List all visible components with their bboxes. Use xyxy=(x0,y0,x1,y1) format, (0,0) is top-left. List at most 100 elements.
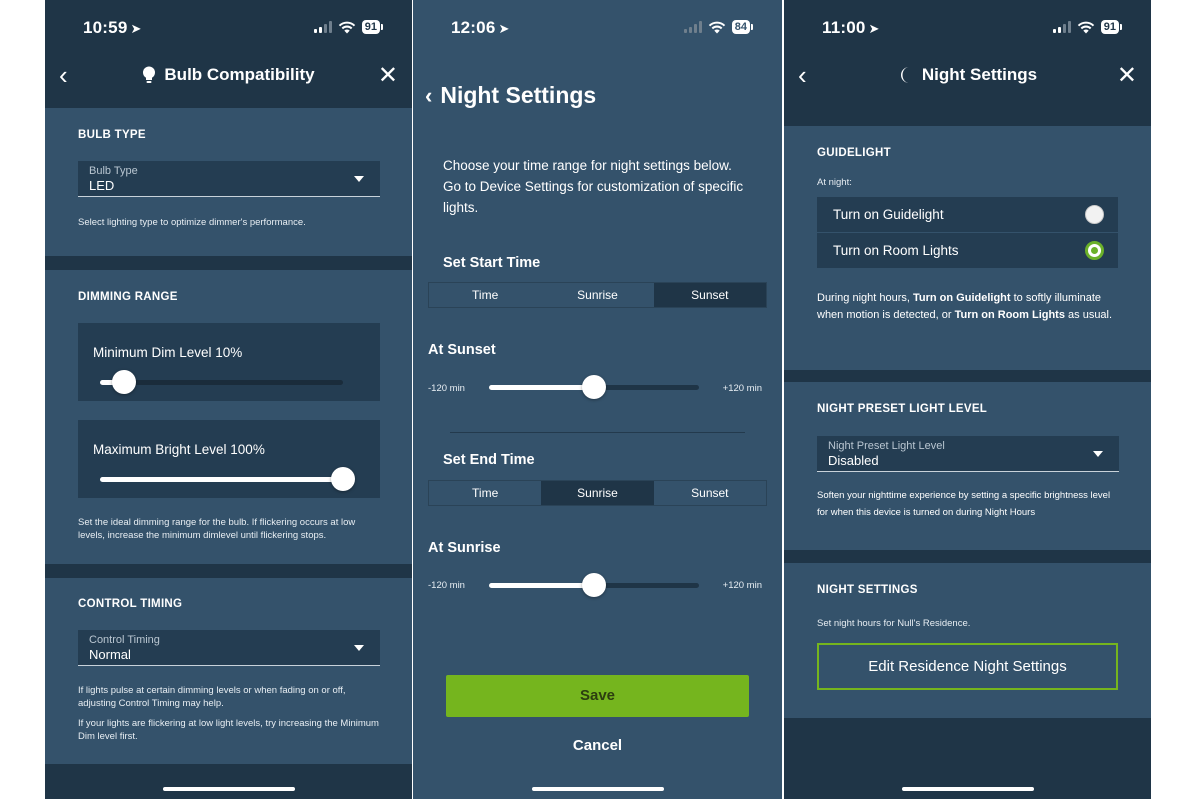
start-time-heading: Set Start Time xyxy=(443,255,541,271)
dropdown-label: Bulb Type xyxy=(89,165,138,177)
min-dim-label: Minimum Dim Level 10% xyxy=(93,345,243,360)
edit-residence-night-settings-button[interactable]: Edit Residence Night Settings xyxy=(817,643,1118,690)
dropdown-value: Normal xyxy=(89,647,131,662)
divider xyxy=(450,432,745,433)
control-timing-help: If lights pulse at certain dimming level… xyxy=(78,685,346,709)
max-bright-card: Maximum Bright Level 100% xyxy=(78,420,380,498)
start-max-label: +120 min xyxy=(722,383,762,394)
home-indicator[interactable] xyxy=(162,787,295,791)
segment-sunset[interactable]: Sunset xyxy=(654,481,766,505)
guidelight-description: During night hours, Turn on Guidelight t… xyxy=(817,292,1113,321)
back-chevron-icon[interactable]: ‹ xyxy=(425,83,432,109)
lightbulb-icon xyxy=(143,66,156,83)
night-settings-help: Set night hours for Null's Residence. xyxy=(817,618,971,629)
dropdown-label: Night Preset Light Level xyxy=(828,440,945,452)
end-max-label: +120 min xyxy=(722,580,762,591)
max-bright-slider-track[interactable] xyxy=(100,467,355,491)
segment-time[interactable]: Time xyxy=(429,283,541,307)
bulb-compatibility-screen: 10:59 ➤ 91 ‹ Bulb Compatibility ✕ BULB TY… xyxy=(45,0,412,799)
segment-time[interactable]: Time xyxy=(429,481,541,505)
radio-option-room-lights[interactable]: Turn on Room Lights xyxy=(817,233,1118,269)
bulb-type-help: Select lighting type to optimize dimmer'… xyxy=(78,217,306,228)
wifi-icon xyxy=(708,21,725,34)
nav-bar: ‹ Bulb Compatibility ✕ xyxy=(45,50,412,100)
control-timing-dropdown[interactable]: Control Timing Normal xyxy=(78,630,380,666)
status-bar: 11:00 ➤ 91 xyxy=(784,0,1151,56)
dimming-range-section: DIMMING RANGE Minimum Dim Level 10% Maxi… xyxy=(45,270,412,564)
end-time-segmented-control: Time Sunrise Sunset xyxy=(428,480,767,506)
segment-sunset[interactable]: Sunset xyxy=(653,283,766,307)
at-sunset-heading: At Sunset xyxy=(428,342,496,358)
end-offset-slider-knob[interactable] xyxy=(582,573,606,597)
back-chevron-icon[interactable]: ‹ xyxy=(59,60,68,91)
location-arrow-icon: ➤ xyxy=(130,21,142,36)
start-time-segmented-control: Time Sunrise Sunset xyxy=(428,282,767,308)
status-time: 11:00 ➤ xyxy=(822,18,880,37)
page-title-text: Bulb Compatibility xyxy=(164,65,315,84)
caret-down-icon xyxy=(1093,451,1103,457)
max-bright-slider-knob[interactable] xyxy=(331,467,355,491)
start-min-label: -120 min xyxy=(428,383,465,394)
guidelight-subtitle: At night: xyxy=(817,177,852,188)
night-preset-section: NIGHT PRESET LIGHT LEVEL Night Preset Li… xyxy=(784,382,1151,550)
end-min-label: -120 min xyxy=(428,580,465,591)
radio-unselected-icon[interactable] xyxy=(1085,205,1104,224)
dimming-range-help: Set the ideal dimming range for the bulb… xyxy=(78,517,356,541)
guidelight-heading: GUIDELIGHT xyxy=(817,147,891,159)
min-dim-slider-knob[interactable] xyxy=(112,370,137,394)
radio-option-label: Turn on Guidelight xyxy=(833,207,944,222)
location-arrow-icon: ➤ xyxy=(868,21,880,36)
intro-text: Choose your time range for night setting… xyxy=(443,158,744,215)
location-arrow-icon: ➤ xyxy=(498,21,510,36)
dropdown-value: Disabled xyxy=(828,453,879,468)
start-offset-slider-track[interactable] xyxy=(489,375,699,399)
bulb-type-dropdown[interactable]: Bulb Type LED xyxy=(78,161,380,197)
start-offset-slider-knob[interactable] xyxy=(582,375,606,399)
moon-icon xyxy=(900,67,909,83)
control-timing-tip: If your lights are flickering at low lig… xyxy=(78,718,379,742)
wifi-icon xyxy=(338,21,355,34)
page-title: Night Settings xyxy=(898,65,1037,85)
status-time: 10:59 ➤ xyxy=(83,18,142,37)
close-icon[interactable]: ✕ xyxy=(1117,61,1137,90)
min-dim-card: Minimum Dim Level 10% xyxy=(78,323,380,401)
end-offset-slider-fill xyxy=(489,583,594,588)
night-settings-time-screen: 12:06 ➤ 84 ‹ Night Settings Choose your t… xyxy=(413,0,782,799)
night-settings-heading: NIGHT SETTINGS xyxy=(817,584,918,596)
caret-down-icon xyxy=(354,645,364,651)
battery-icon: 91 xyxy=(361,20,384,34)
home-indicator[interactable] xyxy=(531,787,664,791)
cellular-signal-icon xyxy=(1052,21,1071,33)
home-indicator[interactable] xyxy=(901,787,1034,791)
radio-selected-icon[interactable] xyxy=(1085,241,1104,260)
night-preset-heading: NIGHT PRESET LIGHT LEVEL xyxy=(817,403,988,415)
night-settings-device-screen: 11:00 ➤ 91 ‹ Night Settings ✕ GUIDELIGHT … xyxy=(784,0,1151,799)
night-preset-dropdown[interactable]: Night Preset Light Level Disabled xyxy=(817,436,1119,472)
save-button[interactable]: Save xyxy=(446,675,749,717)
dropdown-value: LED xyxy=(89,178,115,193)
guidelight-options: Turn on Guidelight Turn on Room Lights xyxy=(817,197,1118,269)
dimming-range-heading: DIMMING RANGE xyxy=(78,291,178,303)
at-sunrise-heading: At Sunrise xyxy=(428,540,501,556)
page-title: Bulb Compatibility xyxy=(142,65,315,85)
dropdown-label: Control Timing xyxy=(89,634,160,646)
bulb-type-heading: BULB TYPE xyxy=(78,129,146,141)
segment-sunrise[interactable]: Sunrise xyxy=(541,283,653,307)
end-offset-slider-track[interactable] xyxy=(489,573,699,597)
min-dim-slider-track[interactable] xyxy=(100,370,343,394)
segment-sunrise[interactable]: Sunrise xyxy=(541,481,654,505)
close-icon[interactable]: ✕ xyxy=(378,61,398,90)
caret-down-icon xyxy=(354,176,364,182)
back-chevron-icon[interactable]: ‹ xyxy=(798,60,807,91)
start-offset-slider-fill xyxy=(489,385,594,390)
night-preset-help: Soften your nighttime experience by sett… xyxy=(817,490,1111,518)
page-title-text: Night Settings xyxy=(921,65,1038,84)
battery-icon: 91 xyxy=(1100,20,1123,34)
cancel-button[interactable]: Cancel xyxy=(413,737,782,754)
bulb-type-section: BULB TYPE Bulb Type LED Select lighting … xyxy=(45,108,412,256)
night-settings-section: NIGHT SETTINGS Set night hours for Null'… xyxy=(784,563,1151,718)
status-bar: 12:06 ➤ 84 xyxy=(413,0,782,56)
wifi-icon xyxy=(1077,21,1094,34)
control-timing-heading: CONTROL TIMING xyxy=(78,598,183,610)
radio-option-guidelight[interactable]: Turn on Guidelight xyxy=(817,197,1118,233)
